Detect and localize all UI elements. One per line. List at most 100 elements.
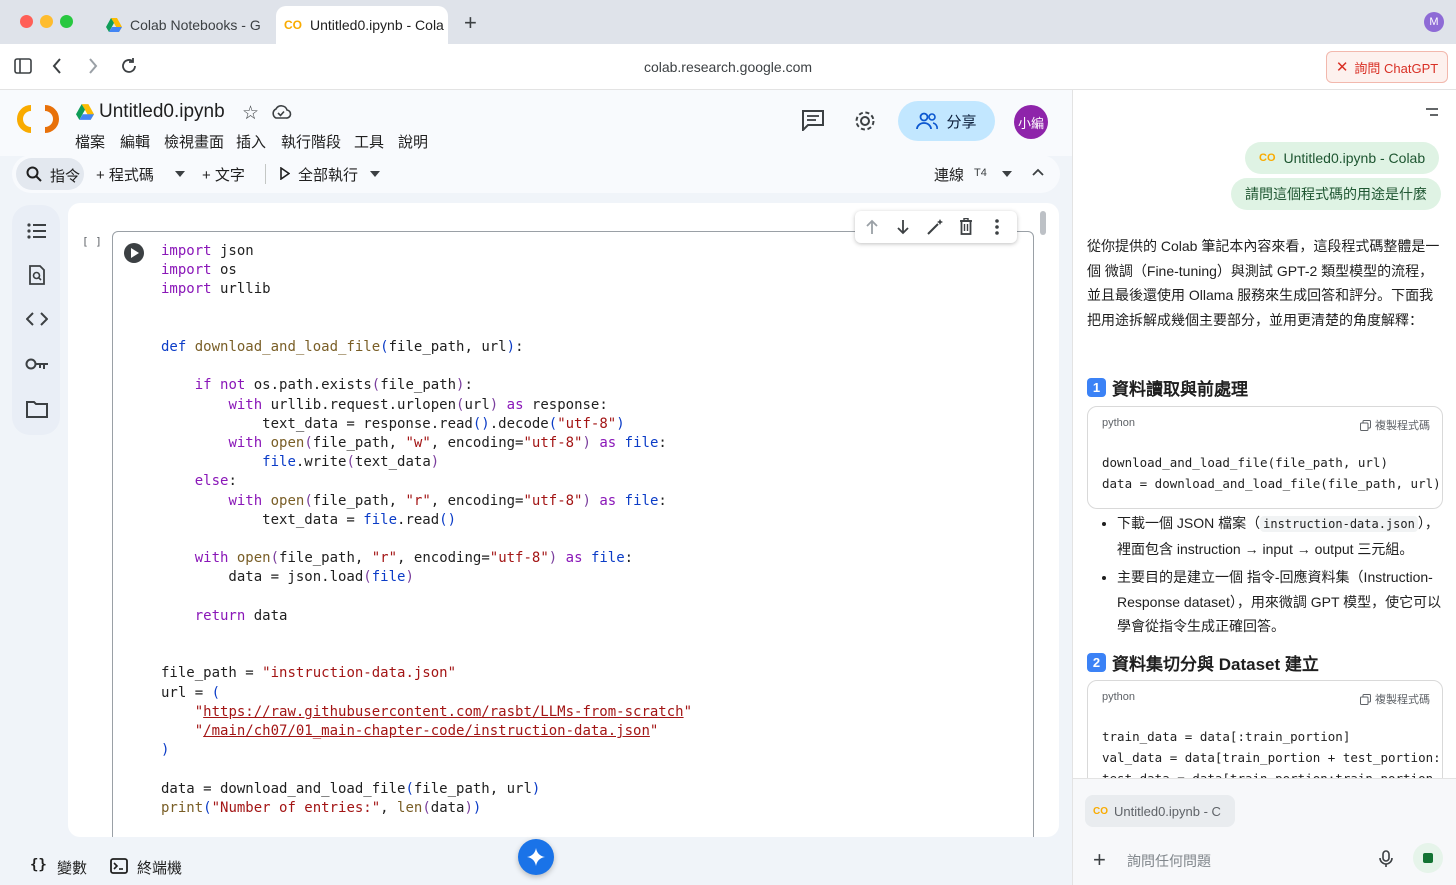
gemini-sparkle-button[interactable] (518, 839, 554, 875)
colab-icon: CO (284, 18, 302, 32)
minimize-window-button[interactable] (40, 15, 53, 28)
section-heading: 1 資料讀取與前處理 (1087, 375, 1248, 400)
code-language-label: python (1102, 691, 1136, 703)
code-snippet: download_and_load_file(file_path, url) d… (1102, 455, 1441, 491)
close-icon: ✕ (1335, 59, 1349, 76)
chatgpt-side-panel: CO Untitled0.ipynb - Colab 請問這個程式碼的用途是什麼… (1072, 90, 1456, 885)
share-label: 分享 (946, 113, 977, 131)
search-icon (26, 166, 42, 182)
attachment-chip[interactable]: CO Untitled0.ipynb - C (1085, 795, 1235, 827)
move-cell-down-icon[interactable] (896, 219, 910, 235)
code-block: python 複製程式碼 download_and_load_file(file… (1087, 406, 1443, 509)
cell-execution-count: [ ] (82, 235, 102, 248)
section-number-badge: 2 (1087, 653, 1106, 672)
section-heading: 2 資料集切分與 Dataset 建立 (1087, 650, 1319, 675)
magic-wand-icon[interactable] (926, 218, 944, 236)
command-palette-button[interactable]: 指令 (16, 158, 84, 190)
copy-icon (1360, 419, 1371, 431)
ask-chatgpt-button[interactable]: ✕ 詢問 ChatGPT (1326, 51, 1448, 83)
variables-button[interactable]: 變數 (57, 857, 87, 878)
tab-title: Untitled0.ipynb - Cola (310, 17, 444, 33)
menu-runtime[interactable]: 執行階段 (281, 131, 341, 152)
bullet-list: 下載一個 JSON 檔案（instruction-data.json），裡面包含… (1097, 511, 1447, 643)
ask-chatgpt-label: 詢問 ChatGPT (1354, 60, 1439, 76)
run-all-button[interactable]: 全部執行 (298, 164, 358, 185)
comment-icon[interactable] (801, 109, 825, 131)
copy-icon (1360, 693, 1371, 705)
new-tab-button[interactable]: + (464, 10, 477, 36)
section-title: 資料讀取與前處理 (1112, 380, 1248, 399)
code-cell[interactable]: import json import os import urllib def … (112, 231, 1034, 837)
toolbar-divider (265, 164, 266, 184)
list-item: 下載一個 JSON 檔案（instruction-data.json），裡面包含… (1117, 511, 1447, 561)
chat-input[interactable]: 詢問任何問題 (1127, 851, 1211, 871)
more-vert-icon[interactable] (995, 219, 999, 235)
notebook-title[interactable]: Untitled0.ipynb (99, 101, 225, 123)
copy-code-button[interactable]: 複製程式碼 (1360, 691, 1430, 707)
close-window-button[interactable] (20, 15, 33, 28)
terminal-button[interactable]: 終端機 (137, 857, 182, 878)
scrollbar-thumb[interactable] (1040, 211, 1046, 235)
menu-view[interactable]: 檢視畫面 (164, 131, 224, 152)
run-cell-button[interactable] (123, 242, 145, 264)
cloud-saved-icon[interactable] (270, 103, 292, 121)
chevron-down-icon[interactable] (1002, 171, 1012, 177)
menu-edit[interactable]: 編輯 (120, 131, 150, 152)
attachment-label: Untitled0.ipynb - C (1114, 803, 1221, 819)
microphone-icon[interactable] (1379, 850, 1393, 868)
context-file-label: Untitled0.ipynb - Colab (1283, 150, 1426, 166)
chevron-down-icon[interactable] (370, 171, 380, 177)
user-question-text: 請問這個程式碼的用途是什麼 (1245, 186, 1427, 202)
panel-menu-icon[interactable] (1425, 107, 1439, 117)
collapse-up-icon[interactable] (1032, 168, 1044, 176)
secrets-key-icon[interactable] (25, 357, 49, 371)
cell-action-toolbar (855, 211, 1017, 243)
user-avatar[interactable]: 小編 (1014, 105, 1048, 139)
bottom-status-bar: {} 變數 終端機 (0, 839, 1072, 885)
connect-button[interactable]: 連線 (934, 164, 964, 185)
stop-button[interactable] (1413, 843, 1443, 873)
add-code-button[interactable]: + 程式碼 (96, 164, 154, 185)
menu-help[interactable]: 說明 (398, 131, 428, 152)
find-replace-icon[interactable] (28, 265, 46, 285)
menu-file[interactable]: 檔案 (75, 131, 105, 152)
delete-trash-icon[interactable] (959, 218, 973, 236)
colab-header: Untitled0.ipynb ☆ 分享 小編 (0, 90, 1072, 156)
context-file-chip[interactable]: CO Untitled0.ipynb - Colab (1245, 142, 1440, 174)
code-editor[interactable]: import json import os import urllib def … (161, 242, 692, 818)
runtime-type-label: T4 (974, 167, 987, 179)
composer-area: CO Untitled0.ipynb - C + 詢問任何問題 (1073, 778, 1456, 885)
colab-logo-icon[interactable] (16, 104, 60, 134)
copy-code-button[interactable]: 複製程式碼 (1360, 417, 1430, 433)
address-bar[interactable]: colab.research.google.com (0, 59, 1456, 75)
table-of-contents-icon[interactable] (27, 222, 47, 240)
play-icon (280, 167, 290, 180)
tab-untitled-notebook[interactable]: CO Untitled0.ipynb - Cola (276, 6, 448, 44)
add-attachment-icon[interactable]: + (1093, 847, 1106, 873)
settings-gear-icon[interactable] (853, 109, 877, 133)
profile-avatar[interactable]: M (1424, 12, 1444, 32)
section-number-badge: 1 (1087, 378, 1106, 397)
colab-icon: CO (1093, 805, 1108, 817)
browser-toolbar: colab.research.google.com ✕ 詢問 ChatGPT (0, 44, 1456, 90)
chevron-down-icon[interactable] (175, 171, 185, 177)
menu-insert[interactable]: 插入 (236, 131, 266, 152)
browser-tab-strip: Colab Notebooks - G CO Untitled0.ipynb -… (0, 0, 1456, 44)
zoom-window-button[interactable] (60, 15, 73, 28)
answer-intro: 從你提供的 Colab 筆記本內容來看，這段程式碼整體是一個 微調（Fine-t… (1087, 238, 1440, 328)
files-folder-icon[interactable] (26, 400, 48, 418)
code-snippets-icon[interactable] (26, 312, 48, 326)
command-label: 指令 (50, 168, 81, 185)
notebook-editor: [ ] import json import os import urllib … (68, 203, 1059, 837)
add-text-button[interactable]: + 文字 (202, 164, 245, 185)
left-sidebar-rail (12, 205, 60, 435)
share-button[interactable]: 分享 (898, 101, 995, 141)
user-question-bubble: 請問這個程式碼的用途是什麼 (1231, 178, 1441, 210)
move-cell-up-icon[interactable] (865, 219, 879, 235)
star-icon[interactable]: ☆ (242, 102, 259, 125)
menu-tools[interactable]: 工具 (354, 131, 384, 152)
terminal-icon (110, 858, 128, 874)
sparkle-icon (527, 848, 545, 866)
tab-colab-notebooks[interactable]: Colab Notebooks - G (96, 6, 271, 44)
google-drive-icon (106, 18, 122, 32)
